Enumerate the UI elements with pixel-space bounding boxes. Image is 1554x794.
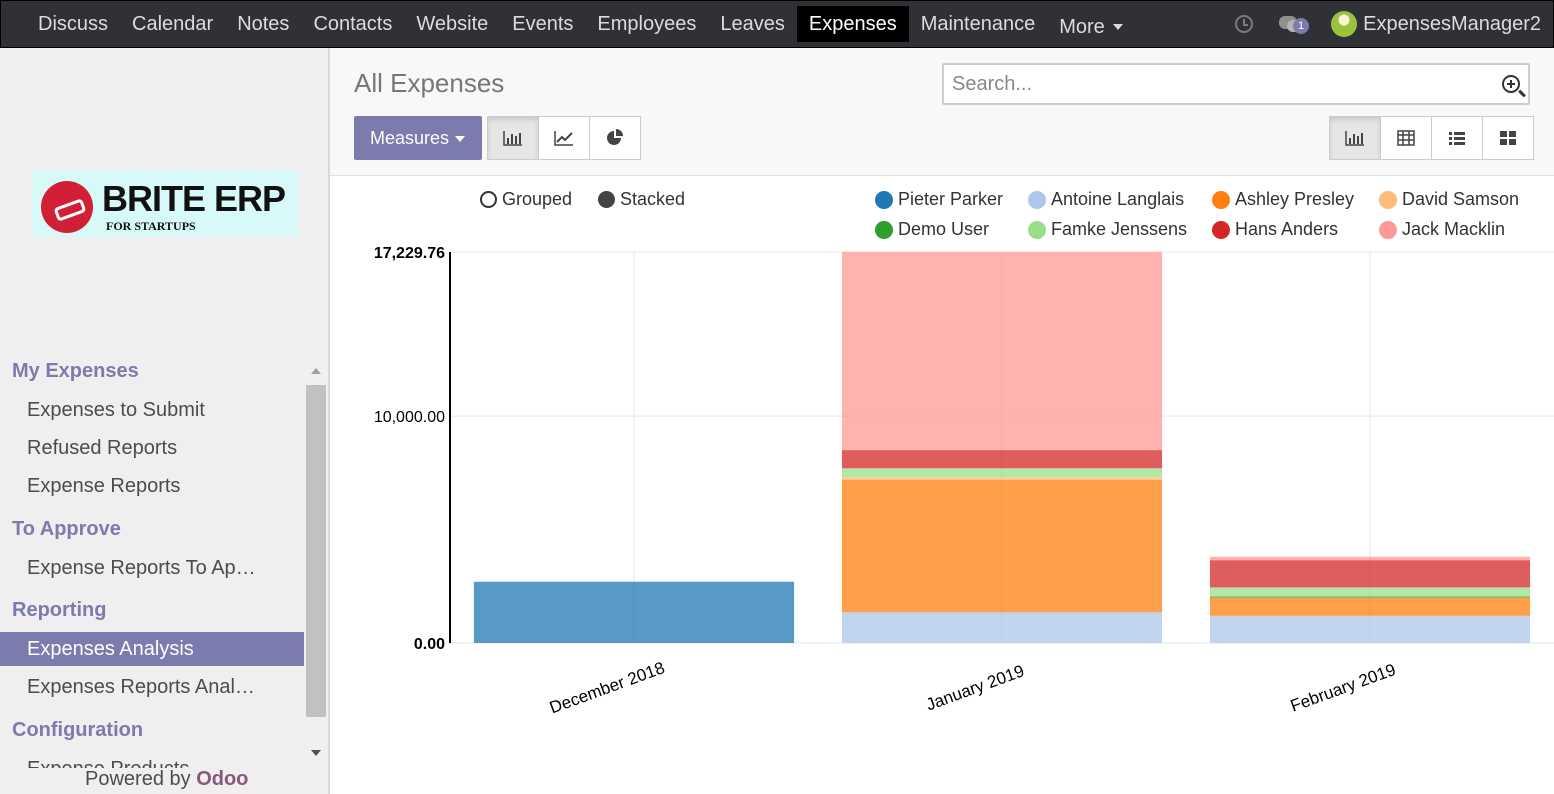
sidebar-item-expense-reports-to-ap[interactable]: Expense Reports To Ap…: [0, 551, 304, 585]
sidebar-section-to-approve: To Approve: [12, 518, 121, 540]
powered-by: Powered by Odoo: [85, 768, 248, 791]
bar-segment-famke-jenssens: [1209, 587, 1531, 597]
sidebar-item-expense-reports[interactable]: Expense Reports: [0, 469, 304, 503]
more-menu[interactable]: More: [1047, 9, 1135, 45]
kanban-grid-icon: [1500, 131, 1516, 145]
chart-type-switcher: [487, 116, 641, 160]
chevron-down-icon: [455, 136, 466, 143]
search-icon[interactable]: [1502, 75, 1520, 93]
menu-item-website[interactable]: Website: [404, 6, 500, 42]
logo-title: BRITE ERP: [102, 178, 286, 219]
bar-segment-pieter-parker: [473, 581, 795, 643]
view-switcher: [1329, 116, 1534, 160]
more-label: More: [1059, 15, 1105, 38]
menu-item-events[interactable]: Events: [500, 6, 585, 42]
search-box[interactable]: [942, 63, 1530, 105]
menu-item-notes[interactable]: Notes: [225, 6, 301, 42]
graph-view: Grouped Stacked Pieter Parker Antoine Lan…: [330, 177, 1554, 794]
activity-clock-icon[interactable]: [1235, 15, 1254, 33]
user-menu[interactable]: ExpensesManager2: [1363, 13, 1541, 36]
control-panel: All Expenses Measures: [330, 48, 1554, 176]
pivot-table-icon: [1397, 130, 1415, 146]
page-title: All Expenses: [354, 68, 505, 98]
line-chart-button[interactable]: [538, 116, 590, 160]
bar-segment-antoine-langlais: [1209, 615, 1531, 643]
messages-icon[interactable]: 1: [1279, 14, 1310, 34]
measures-button[interactable]: Measures: [354, 116, 482, 160]
y-tick-label: 10,000.00: [374, 409, 445, 426]
app-menu: Discuss Calendar Notes Contacts Website Event…: [26, 1, 1047, 47]
x-tick-label: February 2019: [1288, 660, 1398, 716]
pivot-view-button[interactable]: [1380, 116, 1432, 160]
sidebar: BRITE ERP FOR STARTUPS My Expenses Expens…: [0, 48, 330, 794]
company-logo: BRITE ERP FOR STARTUPS: [32, 170, 299, 237]
sidebar-section-my-expenses: My Expenses: [12, 360, 139, 382]
bar-chart-button[interactable]: [487, 116, 539, 160]
line-chart-icon: [554, 131, 573, 146]
top-navbar: Discuss Calendar Notes Contacts Website Event…: [0, 0, 1554, 48]
sidebar-item-refused-reports[interactable]: Refused Reports: [0, 431, 304, 465]
logo-subtitle: FOR STARTUPS: [106, 219, 196, 233]
pie-chart-icon: [607, 129, 623, 145]
menu-item-maintenance[interactable]: Maintenance: [909, 6, 1048, 42]
bar-segment-jack-macklin: [1209, 556, 1531, 561]
bar-chart-icon: [503, 131, 522, 146]
list-view-button[interactable]: [1431, 116, 1483, 160]
menu-item-expenses[interactable]: Expenses: [796, 6, 909, 42]
odoo-link[interactable]: Odoo: [196, 768, 248, 790]
sidebar-menu: My Expenses Expenses to Submit Refused Rep…: [0, 358, 304, 768]
bar-segment-david-samson: [841, 477, 1163, 480]
search-input[interactable]: [952, 66, 1472, 102]
logo-mark-icon: [41, 181, 93, 233]
scroll-thumb[interactable]: [306, 385, 326, 717]
sidebar-item-expenses-reports-anal[interactable]: Expenses Reports Anal…: [0, 670, 304, 704]
bar-segment-ashley-presley: [841, 479, 1163, 613]
y-tick-label: 17,229.76: [374, 245, 445, 262]
bar-segment-hans-anders: [841, 450, 1163, 469]
graph-view-button[interactable]: [1329, 116, 1381, 160]
menu-item-discuss[interactable]: Discuss: [26, 6, 120, 42]
chevron-down-icon: [1112, 24, 1123, 31]
bar-segment-jack-macklin: [841, 251, 1163, 451]
menu-item-leaves[interactable]: Leaves: [708, 6, 797, 42]
sidebar-scrollbar[interactable]: [305, 359, 327, 767]
y-tick-label: 0.00: [414, 636, 445, 653]
x-tick-label: December 2018: [547, 658, 667, 717]
message-count-badge: 1: [1293, 18, 1310, 34]
bar-segment-famke-jenssens: [841, 468, 1163, 478]
menu-item-employees[interactable]: Employees: [585, 6, 708, 42]
measures-label: Measures: [370, 128, 450, 148]
avatar[interactable]: [1331, 11, 1358, 37]
bar-segment-hans-anders: [1209, 560, 1531, 588]
kanban-view-button[interactable]: [1482, 116, 1534, 160]
bar-chart: 0.00 10,000.00 17,229.76 December 2018 Janua…: [374, 245, 1554, 717]
bar-segment-demo-user: [1209, 596, 1531, 598]
menu-item-contacts[interactable]: Contacts: [301, 6, 404, 42]
sidebar-item-expenses-analysis[interactable]: Expenses Analysis: [0, 632, 304, 666]
pie-chart-button[interactable]: [589, 116, 641, 160]
scroll-down-icon[interactable]: [311, 750, 321, 756]
sidebar-section-reporting: Reporting: [12, 599, 107, 621]
sidebar-item-expenses-to-submit[interactable]: Expenses to Submit: [0, 393, 304, 427]
graph-view-icon: [1345, 131, 1364, 146]
bar-segment-antoine-langlais: [841, 612, 1163, 643]
bar-segment-ashley-presley: [1209, 597, 1531, 616]
menu-item-calendar[interactable]: Calendar: [120, 6, 225, 42]
scroll-up-icon[interactable]: [311, 368, 321, 374]
x-tick-label: January 2019: [923, 661, 1026, 714]
sidebar-section-configuration: Configuration: [12, 719, 144, 741]
sidebar-item-expense-products[interactable]: Expense Products: [0, 752, 304, 768]
powered-by-label: Powered by: [85, 768, 191, 790]
list-icon: [1449, 132, 1465, 145]
